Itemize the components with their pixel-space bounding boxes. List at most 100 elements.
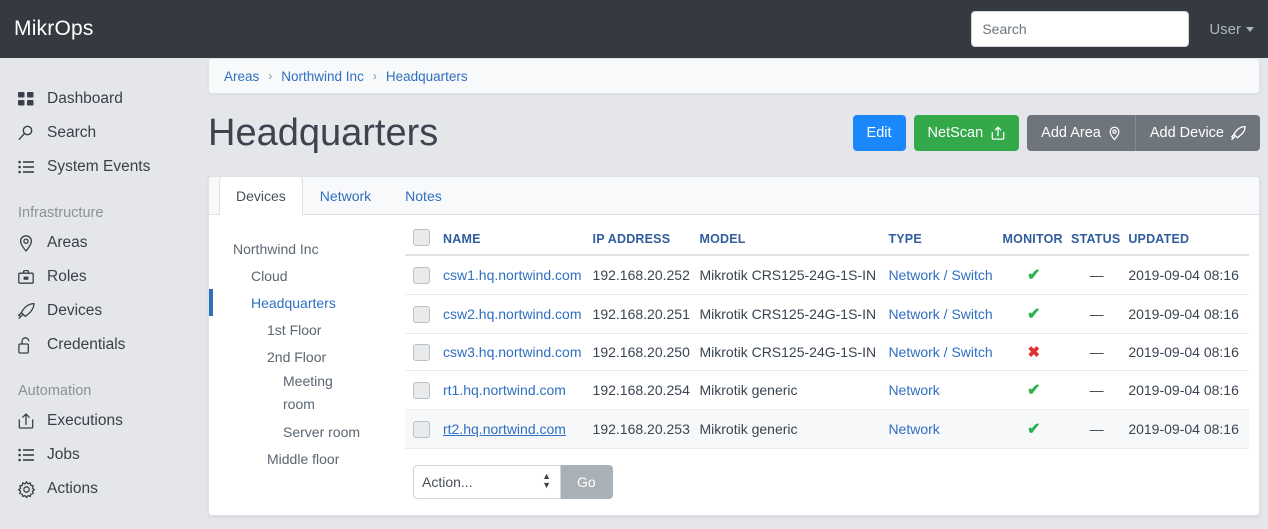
tab-notes[interactable]: Notes: [388, 177, 459, 214]
cell-ip: 192.168.20.252: [592, 255, 700, 295]
device-name-link[interactable]: csw3.hq.nortwind.com: [443, 344, 582, 360]
content-body: Northwind Inc Cloud Headquarters 1st Flo…: [209, 215, 1259, 515]
sidebar-item-actions[interactable]: Actions: [0, 472, 194, 506]
tab-devices[interactable]: Devices: [219, 177, 303, 215]
search-input[interactable]: [971, 11, 1190, 47]
tree-item-middle-floor[interactable]: Middle floor: [209, 445, 405, 472]
cell-status: —: [1071, 409, 1129, 449]
breadcrumb-item-northwind-inc[interactable]: Northwind Inc: [281, 69, 364, 84]
column-header-status[interactable]: STATUS: [1071, 229, 1129, 256]
list-icon: [18, 158, 40, 176]
app-brand[interactable]: MikrOps: [14, 17, 94, 41]
column-header-model[interactable]: MODEL: [699, 229, 889, 256]
device-name-link[interactable]: rt1.hq.nortwind.com: [443, 382, 566, 398]
row-checkbox[interactable]: [413, 305, 430, 323]
table-row[interactable]: csw3.hq.nortwind.com 192.168.20.250 Mikr…: [405, 333, 1249, 371]
action-select[interactable]: Action...: [413, 465, 561, 499]
cell-type: Network / Switch: [888, 333, 1003, 371]
tree-item-2nd-floor[interactable]: 2nd Floor: [209, 343, 405, 370]
sidebar-item-label: Jobs: [47, 446, 80, 463]
breadcrumb-item-headquarters[interactable]: Headquarters: [386, 69, 468, 84]
tab-network[interactable]: Network: [303, 177, 388, 214]
tree-item-server-room[interactable]: Server room: [209, 418, 405, 445]
sidebar-item-search[interactable]: Search: [0, 116, 194, 150]
table-row[interactable]: rt1.hq.nortwind.com 192.168.20.254 Mikro…: [405, 370, 1249, 410]
row-checkbox[interactable]: [413, 381, 430, 399]
row-checkbox[interactable]: [413, 343, 430, 361]
tree-item-meeting-room[interactable]: Meeting room: [209, 370, 359, 418]
tree-item-cloud[interactable]: Cloud: [209, 262, 405, 289]
column-header-monitor[interactable]: MONITOR: [1002, 229, 1072, 256]
cell-monitor: ✔: [1002, 294, 1072, 334]
cell-ip: 192.168.20.250: [592, 333, 700, 371]
column-header-type[interactable]: TYPE: [888, 229, 1003, 256]
column-header-ip-address[interactable]: IP ADDRESS: [592, 229, 700, 256]
list-icon: [18, 446, 40, 464]
device-type-link[interactable]: Network / Switch: [888, 306, 992, 322]
device-type-link[interactable]: Network: [888, 382, 939, 398]
device-name-link[interactable]: csw2.hq.nortwind.com: [443, 306, 582, 322]
cell-status: —: [1071, 294, 1129, 334]
add-device-button-label: Add Device: [1149, 125, 1224, 141]
sidebar-item-executions[interactable]: Executions: [0, 404, 194, 438]
row-checkbox[interactable]: [413, 266, 430, 284]
sidebar-item-system-events[interactable]: System Events: [0, 150, 194, 184]
device-name-link[interactable]: rt2.hq.nortwind.com: [443, 421, 566, 437]
sidebar-item-label: Credentials: [47, 336, 126, 353]
chevron-down-icon: [1246, 26, 1254, 32]
page-header-row: Headquarters Edit NetScan Add Area Add D…: [208, 104, 1260, 162]
column-header-name[interactable]: NAME: [443, 229, 593, 256]
sidebar-item-label: Areas: [47, 234, 88, 251]
table-row[interactable]: csw1.hq.nortwind.com 192.168.20.252 Mikr…: [405, 255, 1249, 295]
devices-table-wrap: NAME IP ADDRESS MODEL TYPE MONITOR STATU…: [405, 229, 1259, 515]
cell-name: csw3.hq.nortwind.com: [443, 333, 593, 371]
device-name-link[interactable]: csw1.hq.nortwind.com: [443, 267, 582, 283]
column-header-updated[interactable]: UPDATED: [1128, 229, 1249, 256]
sidebar-item-label: System Events: [47, 158, 151, 175]
table-body: csw1.hq.nortwind.com 192.168.20.252 Mikr…: [405, 255, 1249, 449]
edit-button[interactable]: Edit: [852, 115, 906, 151]
sidebar-item-areas[interactable]: Areas: [0, 226, 194, 260]
sidebar-item-label: Roles: [47, 268, 87, 285]
go-button[interactable]: Go: [561, 465, 613, 499]
tab-label: Network: [319, 188, 372, 204]
sidebar-item-devices[interactable]: Devices: [0, 294, 194, 328]
device-type-link[interactable]: Network: [888, 421, 939, 437]
tree-item-label: Cloud: [251, 267, 288, 284]
cell-updated: 2019-09-04 08:16: [1128, 333, 1249, 371]
device-type-link[interactable]: Network / Switch: [888, 267, 992, 283]
tree-item-headquarters[interactable]: Headquarters: [209, 289, 405, 316]
cell-name: rt1.hq.nortwind.com: [443, 370, 593, 410]
sidebar-item-roles[interactable]: Roles: [0, 260, 194, 294]
table-row[interactable]: rt2.hq.nortwind.com 192.168.20.253 Mikro…: [405, 409, 1249, 449]
select-all-checkbox[interactable]: [413, 229, 430, 246]
add-area-button[interactable]: Add Area: [1027, 115, 1135, 151]
tree-item-1st-floor[interactable]: 1st Floor: [209, 316, 405, 343]
device-type-link[interactable]: Network / Switch: [888, 344, 992, 360]
cell-updated: 2019-09-04 08:16: [1128, 409, 1249, 449]
upload-box-icon: [991, 126, 1005, 140]
tree-item-northwind-inc[interactable]: Northwind Inc: [209, 235, 405, 262]
user-menu[interactable]: User: [1209, 21, 1254, 38]
add-device-button[interactable]: Add Device: [1134, 115, 1260, 151]
sidebar-item-label: Devices: [47, 302, 103, 319]
sidebar-item-dashboard[interactable]: Dashboard: [0, 82, 194, 116]
cell-model: Mikrotik generic: [699, 370, 889, 410]
netscan-button[interactable]: NetScan: [913, 115, 1020, 151]
sidebar-item-jobs[interactable]: Jobs: [0, 438, 194, 472]
map-pin-icon: [1108, 126, 1121, 141]
select-all-header: [405, 229, 443, 256]
breadcrumb-item-areas[interactable]: Areas: [224, 69, 259, 84]
table-row[interactable]: csw2.hq.nortwind.com 192.168.20.251 Mikr…: [405, 294, 1249, 334]
row-select-cell: [405, 409, 443, 449]
area-tree: Northwind Inc Cloud Headquarters 1st Flo…: [209, 229, 405, 515]
cell-name: rt2.hq.nortwind.com: [443, 409, 593, 449]
cell-ip: 192.168.20.253: [592, 409, 700, 449]
cell-ip: 192.168.20.254: [592, 370, 700, 410]
tree-item-label: 1st Floor: [267, 321, 322, 338]
sidebar-item-credentials[interactable]: Credentials: [0, 328, 194, 362]
breadcrumb: Areas › Northwind Inc › Headquarters: [208, 58, 1260, 94]
user-menu-label: User: [1209, 20, 1241, 38]
row-checkbox[interactable]: [413, 420, 430, 438]
cross-icon: ✖: [1027, 344, 1041, 361]
